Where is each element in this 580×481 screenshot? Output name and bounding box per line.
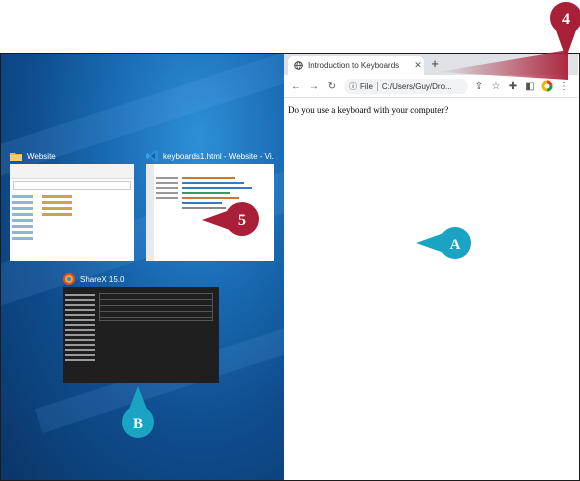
- address-path: C:/Users/Guy/Dro...: [381, 81, 452, 91]
- sharex-thumbnail[interactable]: [63, 287, 219, 383]
- explorer-thumbnail[interactable]: [10, 164, 134, 261]
- callout-b-label: B: [133, 416, 143, 432]
- snap-explorer-header: Website: [10, 148, 134, 164]
- reload-icon[interactable]: ↻: [324, 78, 340, 94]
- browser-tab[interactable]: Introduction to Keyboards ✕: [288, 56, 424, 75]
- callout-step-5: 5: [202, 202, 259, 236]
- callout-4-label: 4: [562, 11, 570, 28]
- snap-sharex-header: ShareX 15.0: [63, 271, 219, 287]
- snap-vscode[interactable]: keyboards1.html - Website - Vi...: [146, 148, 274, 164]
- snap-sharex-title: ShareX 15.0: [80, 274, 125, 284]
- tab-title: Introduction to Keyboards: [308, 61, 400, 70]
- close-icon[interactable]: ✕: [412, 60, 424, 71]
- info-icon[interactable]: ⓘ: [349, 81, 357, 92]
- callout-a-label: A: [450, 237, 461, 253]
- address-scheme: File: [360, 81, 373, 91]
- globe-icon: [294, 61, 303, 70]
- vscode-icon: [146, 150, 158, 162]
- snap-explorer-title: Website: [27, 151, 56, 161]
- snap-vscode-header: keyboards1.html - Website - Vi...: [146, 148, 274, 164]
- forward-icon[interactable]: →: [306, 78, 322, 94]
- callout-a: A: [416, 227, 471, 259]
- callout-b: B: [122, 386, 154, 438]
- snap-explorer[interactable]: Website: [10, 148, 134, 164]
- callout-step-4: 4: [438, 2, 580, 80]
- page-content: Do you use a keyboard with your computer…: [288, 105, 449, 115]
- browser-window: Introduction to Keyboards ✕ + ← → ↻ ⓘ Fi…: [284, 53, 578, 479]
- folder-icon: [10, 153, 22, 161]
- snap-sharex[interactable]: ShareX 15.0: [63, 271, 219, 287]
- callout-5-label: 5: [238, 212, 246, 229]
- snap-vscode-title: keyboards1.html - Website - Vi...: [163, 151, 274, 161]
- sharex-icon: [63, 273, 75, 285]
- back-icon[interactable]: ←: [288, 78, 304, 94]
